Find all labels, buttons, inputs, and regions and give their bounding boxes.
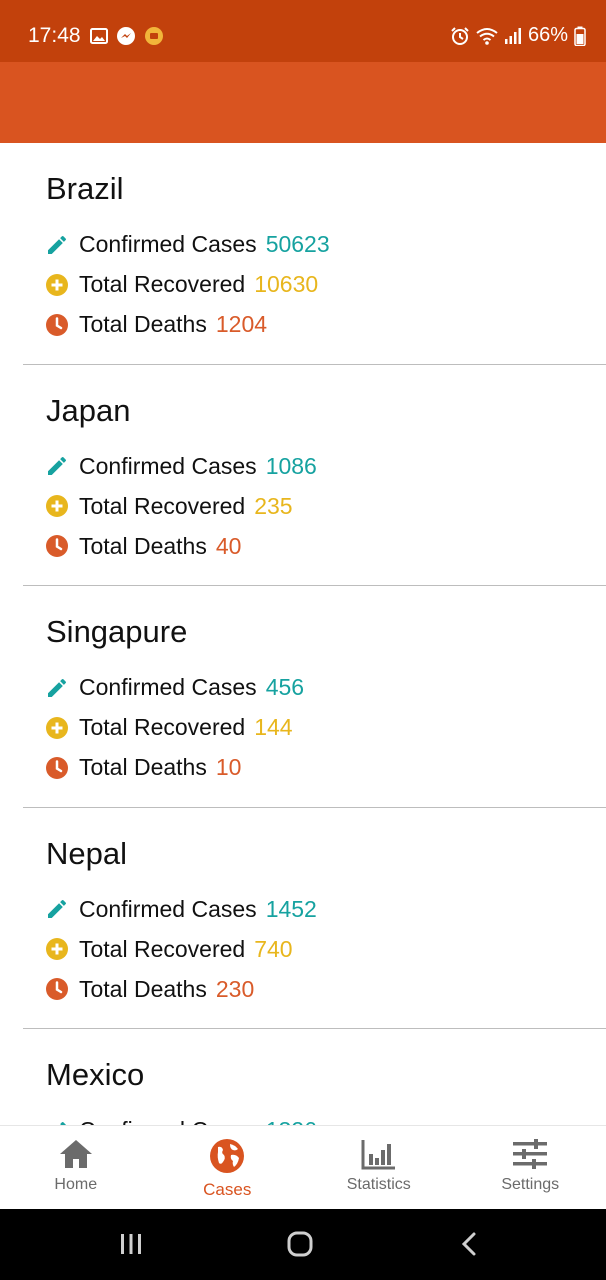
deaths-label: Total Deaths [79,311,207,337]
back-icon[interactable] [458,1231,480,1257]
deaths-value: 40 [215,532,242,559]
deaths-row: Total Deaths 40 [45,533,241,560]
sliders-icon [513,1139,548,1169]
nav-statistics-label: Statistics [346,1176,411,1193]
confirmed-label: Confirmed Cases [79,452,257,479]
bottom-navigation: Home Cases Statistics Settings [0,1125,606,1209]
deaths-value: 1204 [215,311,268,337]
deaths-row: Total Deaths 10 [45,754,241,781]
alarm-icon [451,26,469,45]
nav-settings-label: Settings [501,1176,560,1193]
globe-icon [210,1139,245,1173]
pencil-icon [48,678,67,697]
deaths-value: 10 [215,754,242,780]
confirmed-label: Confirmed Cases [79,895,257,922]
deaths-label: Total Deaths [79,754,207,780]
confirmed-row: Confirmed Cases 1326 [45,1117,317,1125]
bar-chart-icon [361,1140,395,1170]
recovered-label: Total Recovered [79,271,246,297]
country-card[interactable]: Japan Confirmed Cases 1086 Total Recover… [23,365,606,586]
recents-icon[interactable] [118,1231,144,1257]
nav-home-label: Home [54,1176,98,1193]
country-name: Japan [46,392,131,428]
country-card[interactable]: Nepal Confirmed Cases 1452 Total Recover… [23,808,606,1029]
pencil-icon [48,456,67,475]
system-navigation-bar [0,1209,606,1280]
confirmed-label: Confirmed Cases [79,231,257,257]
home-circle-icon[interactable] [286,1231,314,1257]
gallery-notification-icon [90,28,108,44]
pencil-icon [48,899,67,918]
recovered-label: Total Recovered [79,935,246,962]
clock-icon [46,756,68,779]
recovered-value: 144 [254,714,293,740]
nav-statistics[interactable]: Statistics [303,1126,455,1209]
clock-icon [46,535,68,557]
status-time: 17:48 [28,24,81,47]
country-name: Brazil [46,171,124,206]
confirmed-value: 50623 [265,231,330,257]
nav-home[interactable]: Home [0,1126,152,1209]
country-name: Singapure [46,614,188,649]
recovered-row: Total Recovered 235 [45,493,293,520]
country-name: Mexico [46,1057,145,1092]
plus-circle-icon [46,938,68,960]
app-bar [0,62,606,143]
confirmed-value: 1452 [265,895,317,922]
country-name: Nepal [46,835,127,871]
confirmed-value: 1326 [266,1117,317,1125]
clock-icon [46,978,68,1000]
confirmed-label: Confirmed Cases [79,1117,257,1125]
recovered-row: Total Recovered 740 [45,936,293,963]
confirmed-value: 1086 [265,452,317,479]
deaths-value: 230 [215,975,255,1002]
status-bar: 17:48 66% [0,0,606,62]
nav-settings[interactable]: Settings [455,1126,606,1209]
plus-circle-icon [46,495,68,517]
deaths-label: Total Deaths [79,532,207,559]
nav-cases-label: Cases [203,1180,252,1199]
confirmed-value: 456 [265,674,305,700]
country-card[interactable]: Singapure Confirmed Cases 456 Total Reco… [23,586,606,808]
deaths-row: Total Deaths 230 [45,976,254,1003]
app-notification-icon [145,27,163,45]
recovered-value: 740 [254,935,293,962]
recovered-value: 235 [254,492,293,519]
signal-icon [504,27,521,44]
pencil-icon [48,235,67,254]
recovered-row: Total Recovered 10630 [45,271,318,298]
country-card[interactable]: Brazil Confirmed Cases 50623 Total Recov… [23,143,606,365]
wifi-icon [476,27,498,45]
confirmed-row: Confirmed Cases 50623 [45,231,330,258]
recovered-row: Total Recovered 144 [45,714,293,741]
confirmed-row: Confirmed Cases 1086 [45,453,317,480]
confirmed-row: Confirmed Cases 456 [45,674,304,701]
nav-cases[interactable]: Cases [152,1126,304,1209]
plus-circle-icon [46,273,68,296]
plus-circle-icon [46,716,68,739]
clock-icon [46,313,68,336]
battery-percent: 66% [527,24,568,46]
recovered-label: Total Recovered [79,492,246,519]
home-icon [59,1140,92,1168]
deaths-row: Total Deaths 1204 [45,311,267,338]
confirmed-label: Confirmed Cases [79,674,257,700]
battery-icon [574,26,586,46]
messenger-notification-icon [117,27,135,45]
confirmed-row: Confirmed Cases 1452 [45,896,317,923]
recovered-value: 10630 [254,271,319,297]
recovered-label: Total Recovered [79,714,246,740]
deaths-label: Total Deaths [79,975,207,1002]
country-list[interactable]: Brazil Confirmed Cases 50623 Total Recov… [0,143,606,1125]
country-card[interactable]: Mexico Confirmed Cases 1326 [23,1029,606,1125]
